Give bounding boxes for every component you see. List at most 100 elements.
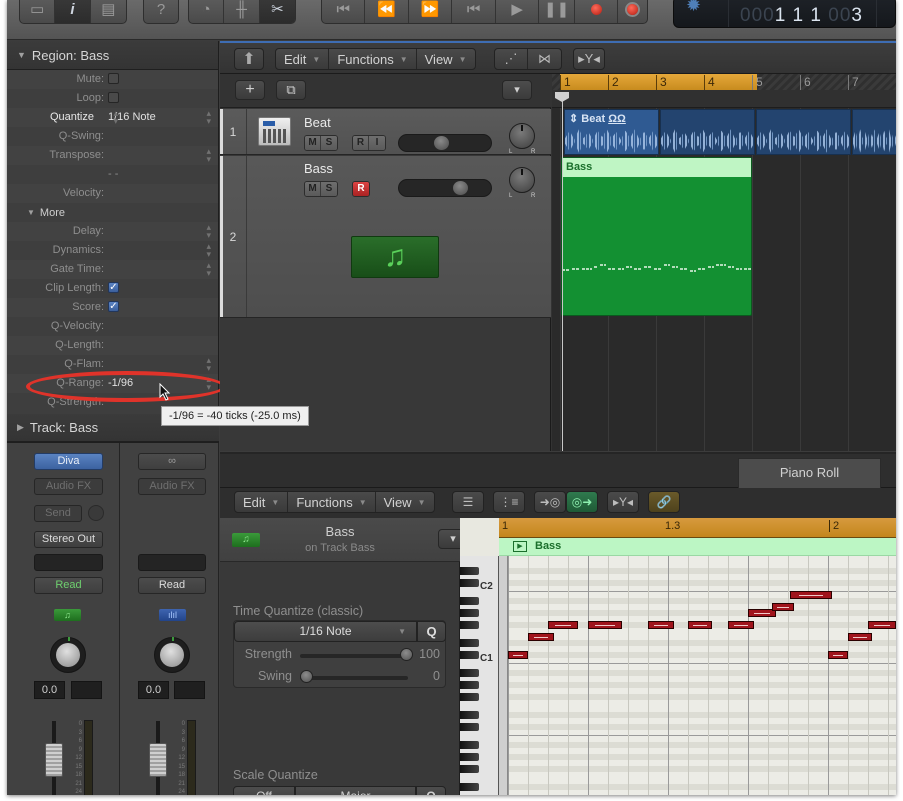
stepper-icon[interactable]: ▴ ▾ bbox=[206, 109, 211, 126]
black-key[interactable] bbox=[460, 753, 479, 761]
editors-scissors-icon[interactable]: ✂ bbox=[259, 0, 295, 23]
beat-region-loop[interactable] bbox=[660, 109, 755, 155]
checkbox[interactable] bbox=[108, 73, 119, 84]
checkbox[interactable] bbox=[108, 92, 119, 103]
bass-region[interactable]: Bass bbox=[561, 157, 752, 316]
send-slot[interactable]: Send bbox=[34, 505, 82, 522]
link-icon[interactable]: 🔗 bbox=[648, 491, 680, 513]
help-icon[interactable]: ? bbox=[144, 0, 178, 23]
inspector-icon[interactable]: i bbox=[55, 0, 91, 23]
record-enable-button[interactable]: R bbox=[353, 136, 369, 150]
black-key[interactable] bbox=[460, 711, 479, 719]
input-monitor-button[interactable]: I bbox=[369, 136, 385, 150]
new-track-duplicate-icon[interactable]: ⧉ bbox=[276, 80, 306, 100]
catch-playhead-icon[interactable]: ▸Y◂ bbox=[573, 48, 605, 70]
region-play-icon[interactable]: ▶ bbox=[513, 541, 527, 552]
param-value[interactable]: -1/96 bbox=[108, 377, 133, 389]
param-row[interactable]: Quantize 1/16 Note ▴ ▾ ▴ ▾ bbox=[7, 108, 218, 127]
playhead[interactable] bbox=[562, 92, 563, 451]
pan-value[interactable] bbox=[71, 681, 102, 699]
scale-type-select[interactable]: Major bbox=[295, 786, 416, 795]
param-row[interactable]: Q-Range: -1/96 ▴ ▾ bbox=[7, 374, 218, 393]
black-key[interactable] bbox=[460, 621, 479, 629]
stepper-icon[interactable]: ▴ ▾ bbox=[206, 242, 211, 259]
midi-note[interactable] bbox=[728, 621, 754, 629]
midi-note[interactable] bbox=[848, 633, 872, 641]
param-value[interactable]: - - bbox=[108, 168, 118, 180]
back-arrow-icon[interactable]: ⬆ bbox=[234, 48, 264, 70]
track-name[interactable]: Bass bbox=[304, 161, 333, 176]
marker-ruler[interactable] bbox=[552, 90, 896, 108]
pan-knob[interactable] bbox=[154, 637, 190, 673]
beat-region-loop[interactable] bbox=[756, 109, 851, 155]
add-track-button[interactable]: + bbox=[235, 80, 265, 100]
param-row[interactable]: Q-Length: bbox=[7, 336, 218, 355]
param-row[interactable]: Q-Flam: ▴ ▾ bbox=[7, 355, 218, 374]
gear-icon[interactable]: ✹ bbox=[686, 0, 701, 16]
flex-icon[interactable]: ⋈ bbox=[528, 49, 561, 69]
black-key[interactable] bbox=[460, 609, 479, 617]
play-icon[interactable]: ▶ bbox=[496, 0, 540, 23]
stepper-icon[interactable]: ▴ ▾ bbox=[206, 261, 211, 278]
go-to-beginning-icon[interactable]: ⏮ bbox=[322, 0, 366, 23]
param-row[interactable]: Dynamics: ▴ ▾ bbox=[7, 241, 218, 260]
swing-slider[interactable] bbox=[300, 676, 408, 680]
volume-fader-cap[interactable] bbox=[45, 743, 63, 777]
param-row[interactable]: Mute: bbox=[7, 70, 218, 89]
note-grid[interactable] bbox=[508, 556, 896, 795]
midi-in-icon[interactable]: ➜◎ bbox=[534, 491, 566, 513]
functions-menu[interactable]: Functions ▼ bbox=[329, 49, 417, 69]
checkbox[interactable]: ✓ bbox=[108, 301, 119, 312]
record-enable-button[interactable]: R bbox=[353, 182, 369, 196]
volume-thumb[interactable] bbox=[434, 136, 450, 150]
edit-menu[interactable]: Edit ▼ bbox=[235, 492, 289, 512]
black-key[interactable] bbox=[460, 597, 479, 605]
automation-icon[interactable]: ⋰ bbox=[495, 49, 529, 69]
audio-fx-slot[interactable]: Audio FX bbox=[34, 478, 103, 495]
swing-thumb[interactable] bbox=[300, 670, 313, 683]
piano-roll-ruler[interactable]: 1 1.3 2 bbox=[499, 518, 896, 538]
track-row-beat[interactable]: 1 Beat M S R I L R bbox=[220, 109, 551, 155]
volume-value[interactable]: 0.0 bbox=[34, 681, 65, 699]
track-pan-knob[interactable] bbox=[509, 167, 535, 193]
black-key[interactable] bbox=[460, 651, 479, 659]
scale-quantize-button[interactable]: Q bbox=[416, 786, 446, 795]
pan-knob[interactable] bbox=[50, 637, 86, 673]
solo-button[interactable]: S bbox=[321, 182, 337, 196]
go-to-beginning-alt-icon[interactable]: ⏮ bbox=[452, 0, 496, 23]
midi-draw-icon[interactable]: ⋮≡ bbox=[493, 491, 525, 513]
beat-region[interactable]: ⇕ Beat ΩΩ bbox=[564, 109, 659, 155]
audio-fx-slot[interactable]: Audio FX bbox=[138, 478, 206, 495]
midi-out-icon[interactable]: ◎➜ bbox=[566, 491, 598, 513]
solo-button[interactable]: S bbox=[321, 136, 337, 150]
track-pan-knob[interactable] bbox=[509, 123, 535, 149]
midi-note[interactable] bbox=[688, 621, 712, 629]
checkbox[interactable]: ✓ bbox=[108, 282, 119, 293]
stepper-icon[interactable]: ▴ ▾ bbox=[206, 223, 211, 240]
group-slot[interactable] bbox=[138, 554, 206, 571]
strength-slider[interactable] bbox=[300, 654, 408, 658]
time-quantize-select[interactable]: 1/16 Note ▼ bbox=[234, 621, 417, 642]
black-key[interactable] bbox=[460, 669, 479, 677]
capture-record-icon[interactable] bbox=[618, 0, 647, 23]
view-menu[interactable]: View ▼ bbox=[376, 492, 434, 512]
region-inspector-header[interactable]: ▼ Region: Bass bbox=[7, 41, 218, 70]
mute-button[interactable]: M bbox=[305, 136, 321, 150]
black-key[interactable] bbox=[460, 723, 479, 731]
library-icon[interactable]: ▭ bbox=[20, 0, 56, 23]
black-key[interactable] bbox=[460, 567, 479, 575]
stepper-icon[interactable]: ▴ ▾ bbox=[113, 109, 118, 126]
fast-forward-icon[interactable]: ⏩ bbox=[409, 0, 453, 23]
automation-mode[interactable]: Read bbox=[34, 577, 103, 594]
mixer-icon[interactable]: ╫ bbox=[224, 0, 260, 23]
smart-controls-icon[interactable]: ◔ bbox=[189, 0, 225, 23]
stepper-icon[interactable]: ▴ ▾ bbox=[206, 147, 211, 164]
automation-mode[interactable]: Read bbox=[138, 577, 206, 594]
track-volume-slider[interactable] bbox=[398, 134, 492, 152]
volume-thumb[interactable] bbox=[452, 181, 468, 195]
midi-note[interactable] bbox=[588, 621, 622, 629]
beat-region-loop[interactable] bbox=[852, 109, 896, 155]
piano-roll-region-bar[interactable]: ▶ Bass bbox=[499, 538, 896, 556]
quantize-button[interactable]: Q bbox=[417, 621, 446, 642]
midi-note[interactable] bbox=[548, 621, 578, 629]
